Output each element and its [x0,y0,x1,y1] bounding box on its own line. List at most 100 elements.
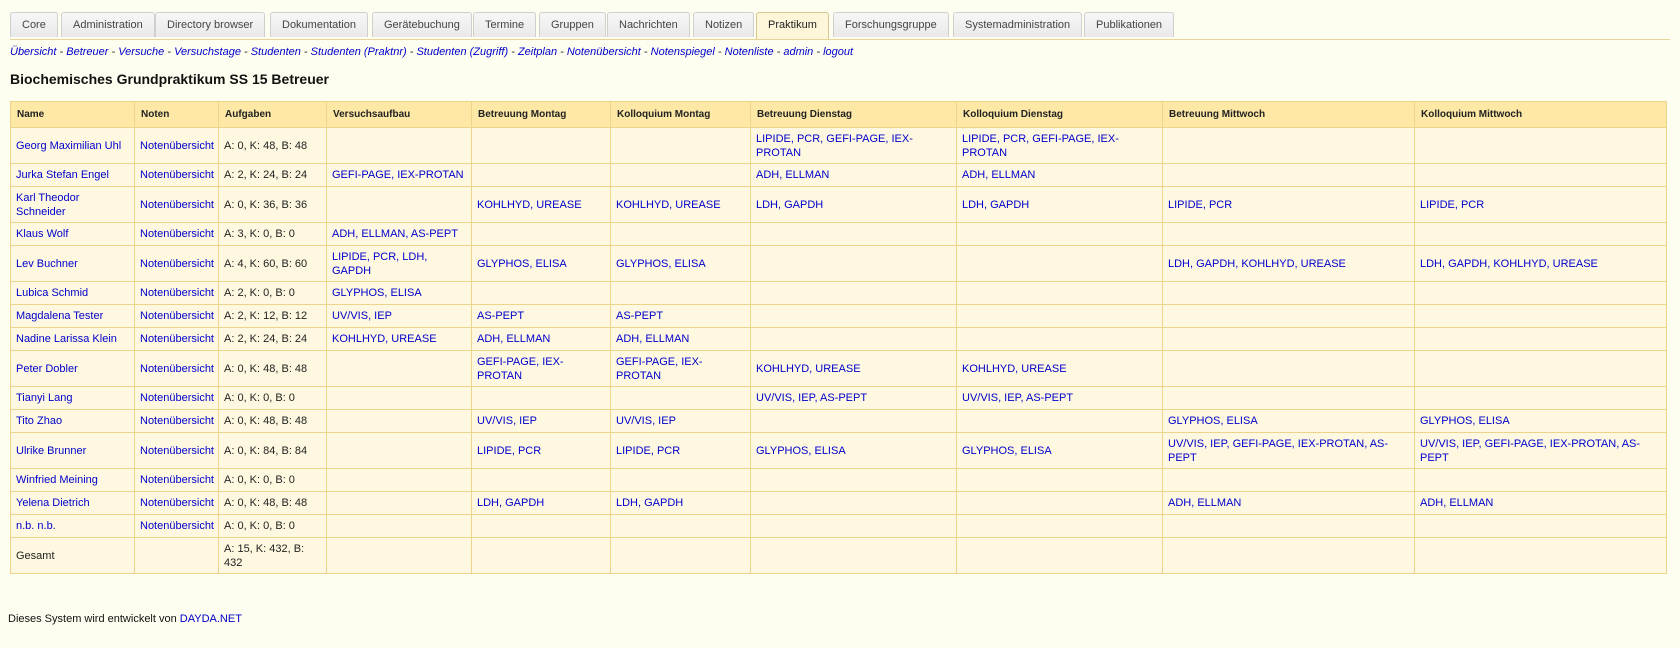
kolloquium-montag-cell-link[interactable]: LDH, GAPDH [616,497,683,509]
noten-cell-link[interactable]: Notenübersicht [140,169,214,181]
kolloquium-montag-cell-link[interactable]: AS-PEPT [616,310,663,322]
noten-cell-link[interactable]: Notenübersicht [140,310,214,322]
kolloquium-montag-cell-link[interactable]: UV/VIS, IEP [616,415,676,427]
subnav-link-studenten[interactable]: Studenten [251,46,301,58]
versuchsaufbau-cell-link[interactable]: LIPIDE, PCR, LDH, GAPDH [332,251,427,277]
noten-cell-link[interactable]: Notenübersicht [140,228,214,240]
subnav-link-versuche[interactable]: Versuche [118,46,164,58]
tab-geraetebuchung[interactable]: Gerätebuchung [372,12,472,37]
name-cell-link[interactable]: Lubica Schmid [16,287,88,299]
versuchsaufbau-cell-link[interactable]: ADH, ELLMAN, AS-PEPT [332,228,458,240]
betreuung-mittwoch-cell-link[interactable]: UV/VIS, IEP, GEFI-PAGE, IEX-PROTAN, AS-P… [1168,438,1388,464]
betreuung-montag-cell-link[interactable]: KOHLHYD, UREASE [477,199,582,211]
betreuung-montag-cell-link[interactable]: UV/VIS, IEP [477,415,537,427]
betreuung-dienstag-cell-link[interactable]: LDH, GAPDH [756,199,823,211]
betreuung-montag-cell-link[interactable]: ADH, ELLMAN [477,333,550,345]
versuchsaufbau-cell-link[interactable]: GLYPHOS, ELISA [332,287,422,299]
versuchsaufbau-cell-link[interactable]: GEFI-PAGE, IEX-PROTAN [332,169,464,181]
column-header[interactable]: Versuchsaufbau [326,101,472,128]
noten-cell-link[interactable]: Notenübersicht [140,287,214,299]
name-cell-link[interactable]: Tianyi Lang [16,392,72,404]
name-cell-link[interactable]: Peter Dobler [16,363,78,375]
footer-link-dayda[interactable]: DAYDA.NET [180,613,242,625]
name-cell-link[interactable]: Klaus Wolf [16,228,68,240]
kolloquium-mittwoch-cell-link[interactable]: LIPIDE, PCR [1420,199,1484,211]
kolloquium-dienstag-cell-link[interactable]: GLYPHOS, ELISA [962,445,1052,457]
betreuung-montag-cell-link[interactable]: LDH, GAPDH [477,497,544,509]
betreuung-dienstag-cell-link[interactable]: ADH, ELLMAN [756,169,829,181]
noten-cell-link[interactable]: Notenübersicht [140,497,214,509]
subnav-link-notenuebersicht[interactable]: Notenübersicht [567,46,641,58]
betreuung-montag-cell-link[interactable]: LIPIDE, PCR [477,445,541,457]
noten-cell-link[interactable]: Notenübersicht [140,333,214,345]
kolloquium-mittwoch-cell-link[interactable]: LDH, GAPDH, KOHLHYD, UREASE [1420,258,1598,270]
tab-praktikum[interactable]: Praktikum [756,12,829,39]
name-cell-link[interactable]: n.b. n.b. [16,520,56,532]
betreuung-mittwoch-cell-link[interactable]: ADH, ELLMAN [1168,497,1241,509]
name-cell-link[interactable]: Magdalena Tester [16,310,103,322]
name-cell-link[interactable]: Karl Theodor Schneider [16,192,79,218]
name-cell-link[interactable]: Tito Zhao [16,415,62,427]
tab-dokumentation[interactable]: Dokumentation [270,12,368,37]
versuchsaufbau-cell-link[interactable]: KOHLHYD, UREASE [332,333,437,345]
betreuung-dienstag-cell-link[interactable]: UV/VIS, IEP, AS-PEPT [756,392,867,404]
kolloquium-mittwoch-cell-link[interactable]: UV/VIS, IEP, GEFI-PAGE, IEX-PROTAN, AS-P… [1420,438,1640,464]
subnav-link-notenliste[interactable]: Notenliste [725,46,774,58]
kolloquium-montag-cell-link[interactable]: LIPIDE, PCR [616,445,680,457]
noten-cell-link[interactable]: Notenübersicht [140,140,214,152]
tab-core[interactable]: Core [10,12,58,37]
kolloquium-dienstag-cell-link[interactable]: UV/VIS, IEP, AS-PEPT [962,392,1073,404]
subnav-link-studenten-zugriff[interactable]: Studenten (Zugriff) [416,46,508,58]
betreuung-dienstag-cell-link[interactable]: KOHLHYD, UREASE [756,363,861,375]
tab-forschungsgruppe[interactable]: Forschungsgruppe [833,12,949,37]
name-cell-link[interactable]: Jurka Stefan Engel [16,169,109,181]
kolloquium-mittwoch-cell-link[interactable]: ADH, ELLMAN [1420,497,1493,509]
name-cell-link[interactable]: Lev Buchner [16,258,78,270]
column-header[interactable]: Betreuung Mittwoch [1162,101,1415,128]
noten-cell-link[interactable]: Notenübersicht [140,415,214,427]
tab-termine[interactable]: Termine [473,12,537,37]
column-header[interactable]: Aufgaben [218,101,327,128]
betreuung-montag-cell-link[interactable]: GEFI-PAGE, IEX-PROTAN [477,356,564,382]
noten-cell-link[interactable]: Notenübersicht [140,520,214,532]
name-cell-link[interactable]: Ulrike Brunner [16,445,86,457]
noten-cell-link[interactable]: Notenübersicht [140,258,214,270]
name-cell-link[interactable]: Yelena Dietrich [16,497,90,509]
kolloquium-montag-cell-link[interactable]: GEFI-PAGE, IEX-PROTAN [616,356,703,382]
noten-cell-link[interactable]: Notenübersicht [140,474,214,486]
kolloquium-mittwoch-cell-link[interactable]: GLYPHOS, ELISA [1420,415,1510,427]
betreuung-mittwoch-cell-link[interactable]: GLYPHOS, ELISA [1168,415,1258,427]
kolloquium-dienstag-cell-link[interactable]: LDH, GAPDH [962,199,1029,211]
column-header[interactable]: Name [10,101,135,128]
noten-cell-link[interactable]: Notenübersicht [140,392,214,404]
tab-gruppen[interactable]: Gruppen [539,12,606,37]
kolloquium-montag-cell-link[interactable]: GLYPHOS, ELISA [616,258,706,270]
kolloquium-dienstag-cell-link[interactable]: KOHLHYD, UREASE [962,363,1067,375]
column-header[interactable]: Kolloquium Dienstag [956,101,1163,128]
kolloquium-montag-cell-link[interactable]: KOHLHYD, UREASE [616,199,721,211]
tab-directory-browser[interactable]: Directory browser [155,12,266,37]
noten-cell-link[interactable]: Notenübersicht [140,199,214,211]
betreuung-mittwoch-cell-link[interactable]: LIPIDE, PCR [1168,199,1232,211]
name-cell-link[interactable]: Georg Maximilian Uhl [16,140,121,152]
subnav-link-logout[interactable]: logout [823,46,853,58]
column-header[interactable]: Noten [134,101,219,128]
tab-notizen[interactable]: Notizen [693,12,755,37]
subnav-link-uebersicht[interactable]: Übersicht [10,46,56,58]
betreuung-dienstag-cell-link[interactable]: GLYPHOS, ELISA [756,445,846,457]
tab-systemadministration[interactable]: Systemadministration [953,12,1083,37]
versuchsaufbau-cell-link[interactable]: UV/VIS, IEP [332,310,392,322]
tab-administration[interactable]: Administration [61,12,155,37]
kolloquium-montag-cell-link[interactable]: ADH, ELLMAN [616,333,689,345]
betreuung-montag-cell-link[interactable]: GLYPHOS, ELISA [477,258,567,270]
column-header[interactable]: Betreuung Montag [471,101,611,128]
betreuung-mittwoch-cell-link[interactable]: LDH, GAPDH, KOHLHYD, UREASE [1168,258,1346,270]
subnav-link-admin[interactable]: admin [783,46,813,58]
subnav-link-versuchstage[interactable]: Versuchstage [174,46,241,58]
subnav-link-betreuer[interactable]: Betreuer [66,46,108,58]
subnav-link-studenten-praktnr[interactable]: Studenten (Praktnr) [311,46,407,58]
name-cell-link[interactable]: Winfried Meining [16,474,98,486]
tab-nachrichten[interactable]: Nachrichten [607,12,690,37]
noten-cell-link[interactable]: Notenübersicht [140,363,214,375]
column-header[interactable]: Kolloquium Montag [610,101,751,128]
